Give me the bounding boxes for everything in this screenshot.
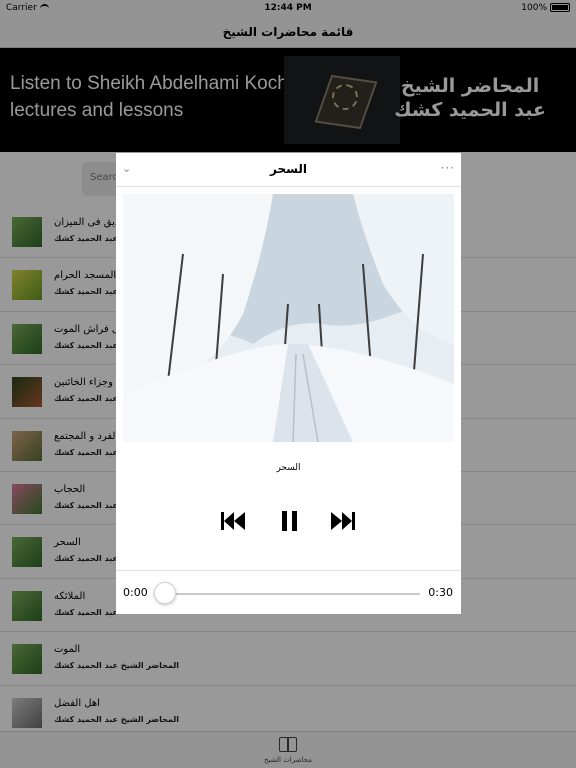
track-title: السحر <box>276 463 301 473</box>
audio-player-modal: ⌄ السحر ··· السحر 0:00 0:30 <box>116 153 461 614</box>
player-header: ⌄ السحر ··· <box>116 153 461 187</box>
album-artwork <box>123 194 454 442</box>
app-root: Carrier 12:44 PM 100% قائمة محاضرات الشي… <box>0 0 576 768</box>
pause-icon[interactable] <box>276 508 304 534</box>
seek-thumb[interactable] <box>154 582 176 604</box>
elapsed-time: 0:00 <box>123 586 148 599</box>
more-icon[interactable]: ··· <box>441 161 455 175</box>
player-title: السحر <box>270 162 307 176</box>
skip-forward-icon[interactable] <box>329 508 357 534</box>
seek-bar: 0:00 0:30 <box>116 570 461 614</box>
duration-time: 0:30 <box>428 586 453 599</box>
seek-track[interactable] <box>164 593 420 595</box>
snowy-forest-artwork <box>123 194 454 442</box>
skip-back-icon[interactable] <box>219 508 247 534</box>
